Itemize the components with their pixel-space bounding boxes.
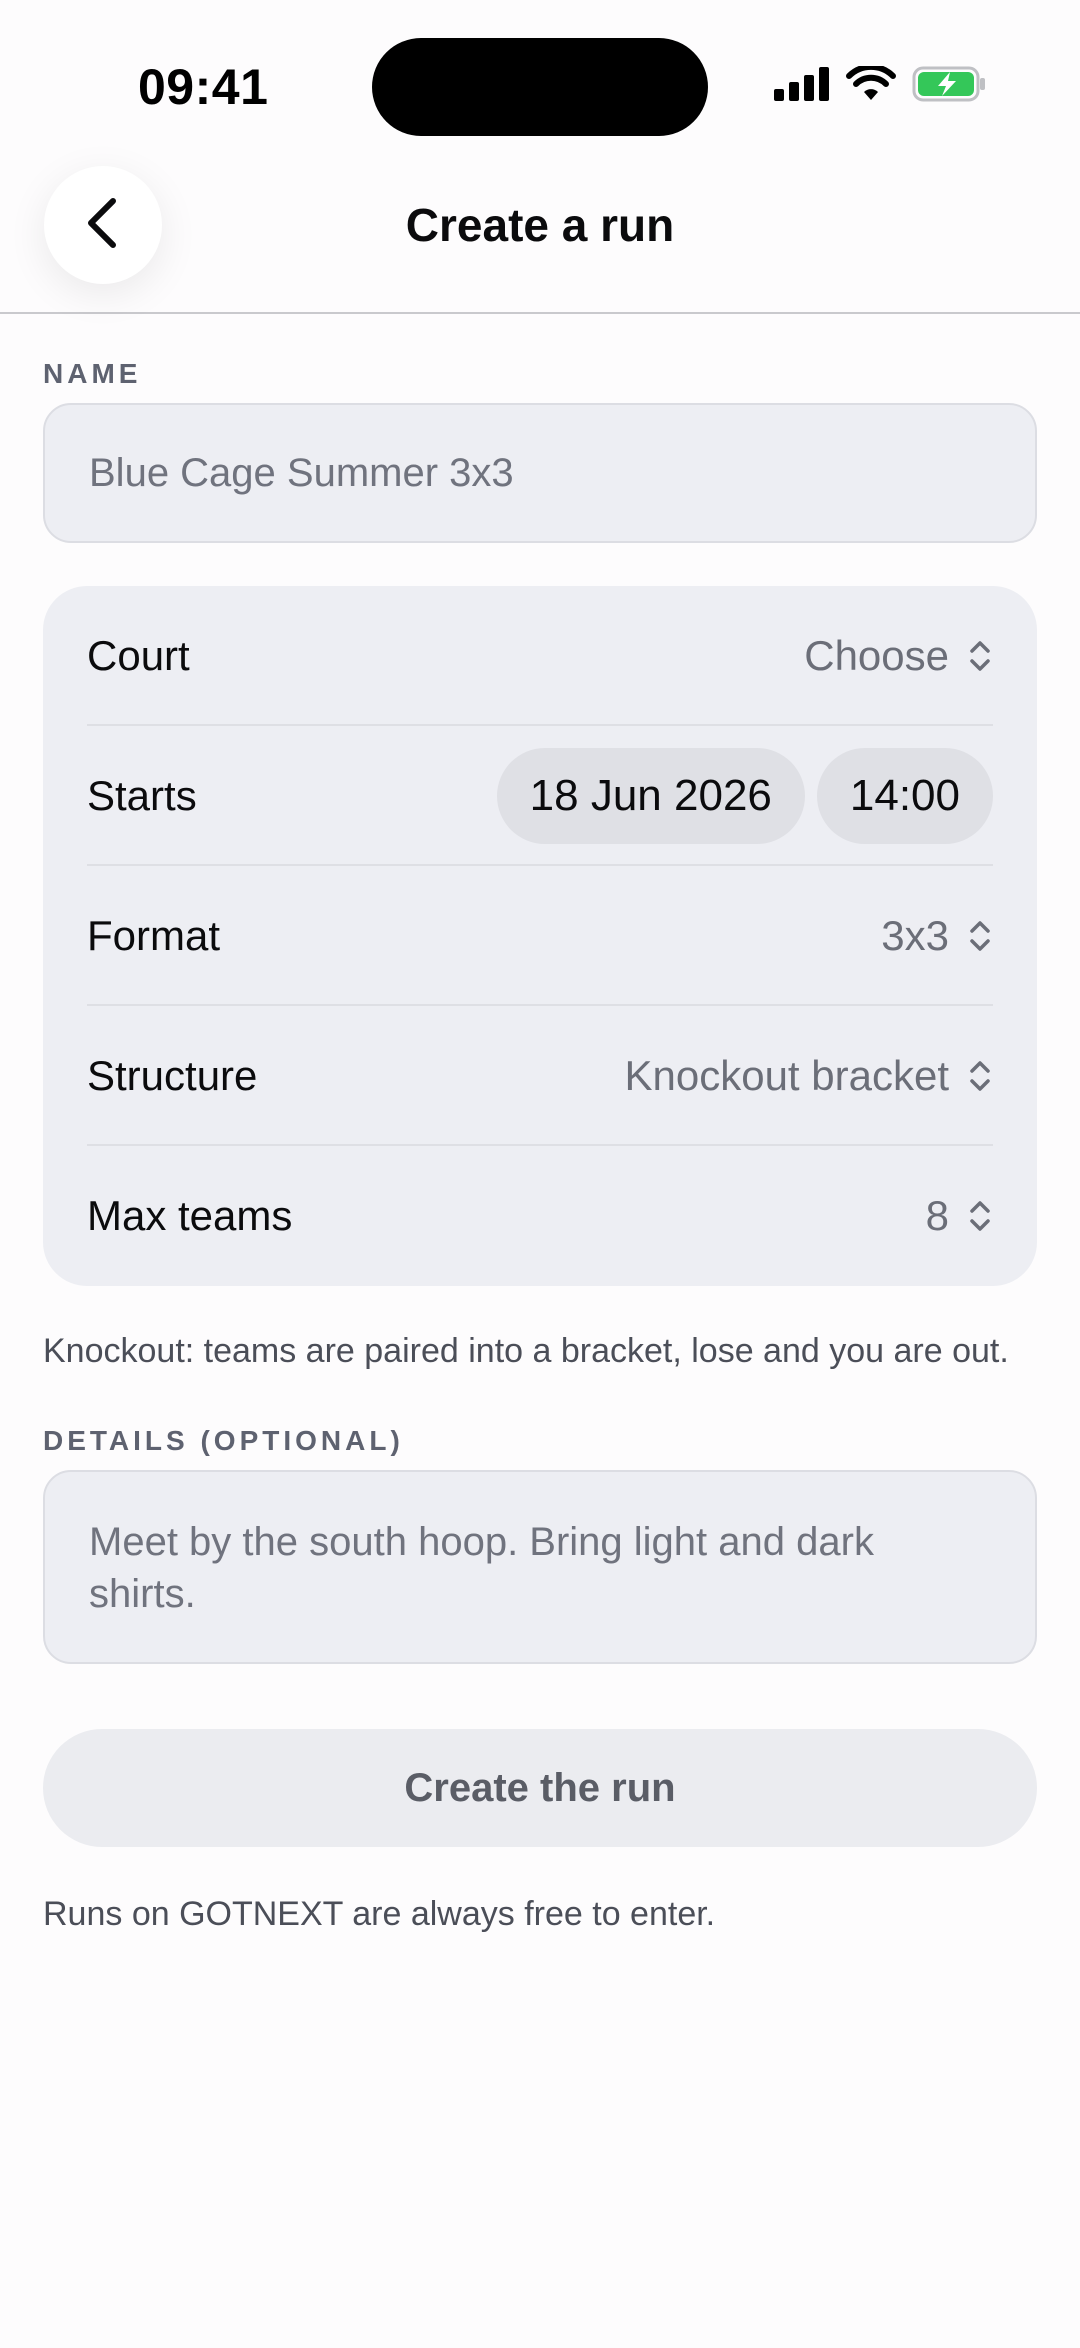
status-bar: 09:41 <box>0 0 1080 150</box>
chevron-up-down-icon <box>970 1061 990 1091</box>
starts-label: Starts <box>87 772 197 819</box>
name-input[interactable]: Blue Cage Summer 3x3 <box>43 403 1037 543</box>
max-teams-picker[interactable]: 8 <box>926 1192 993 1240</box>
structure-help-text: Knockout: teams are paired into a bracke… <box>43 1332 1009 1370</box>
court-row[interactable]: Court Choose <box>87 586 993 726</box>
structure-value: Knockout bracket <box>624 1052 949 1099</box>
structure-picker[interactable]: Knockout bracket <box>624 1052 993 1100</box>
chevron-up-down-icon <box>970 1201 990 1231</box>
status-time: 09:41 <box>138 59 269 115</box>
page-title: Create a run <box>405 199 675 251</box>
chevron-up-down-icon <box>970 641 990 671</box>
details-label: DETAILS (OPTIONAL) <box>43 1425 404 1456</box>
wifi-icon <box>846 63 896 107</box>
settings-card: Court Choose Starts 18 Jun 2026 14:00 Fo… <box>43 586 1037 1286</box>
court-value: Choose <box>804 632 949 679</box>
max-teams-row[interactable]: Max teams 8 <box>87 1146 993 1286</box>
chevron-up-down-icon <box>970 921 990 951</box>
starts-row: Starts 18 Jun 2026 14:00 <box>87 726 993 866</box>
format-value: 3x3 <box>881 912 949 959</box>
starts-pickers: 18 Jun 2026 14:00 <box>496 748 993 844</box>
max-teams-value: 8 <box>925 1192 949 1239</box>
date-picker-button[interactable]: 18 Jun 2026 <box>496 748 805 844</box>
format-row[interactable]: Format 3x3 <box>87 866 993 1006</box>
battery-charging-icon <box>912 66 986 107</box>
court-picker[interactable]: Choose <box>804 632 993 680</box>
dynamic-island <box>372 38 708 136</box>
details-textarea[interactable]: Meet by the south hoop. Bring light and … <box>43 1470 1037 1664</box>
format-picker[interactable]: 3x3 <box>881 912 993 960</box>
name-input-placeholder: Blue Cage Summer 3x3 <box>89 450 514 495</box>
format-label: Format <box>87 912 221 959</box>
details-placeholder: Meet by the south hoop. Bring light and … <box>89 1520 874 1616</box>
structure-label: Structure <box>87 1052 258 1099</box>
status-icons <box>774 63 986 107</box>
create-run-button[interactable]: Create the run <box>43 1729 1037 1847</box>
structure-row[interactable]: Structure Knockout bracket <box>87 1006 993 1146</box>
court-label: Court <box>87 632 190 679</box>
max-teams-label: Max teams <box>87 1192 293 1239</box>
footer-note: Runs on GOTNEXT are always free to enter… <box>43 1895 716 1933</box>
time-picker-button[interactable]: 14:00 <box>816 748 993 844</box>
nav-bar: Create a run <box>0 150 1080 314</box>
name-label: NAME <box>43 358 142 389</box>
cellular-signal-icon <box>774 67 830 106</box>
